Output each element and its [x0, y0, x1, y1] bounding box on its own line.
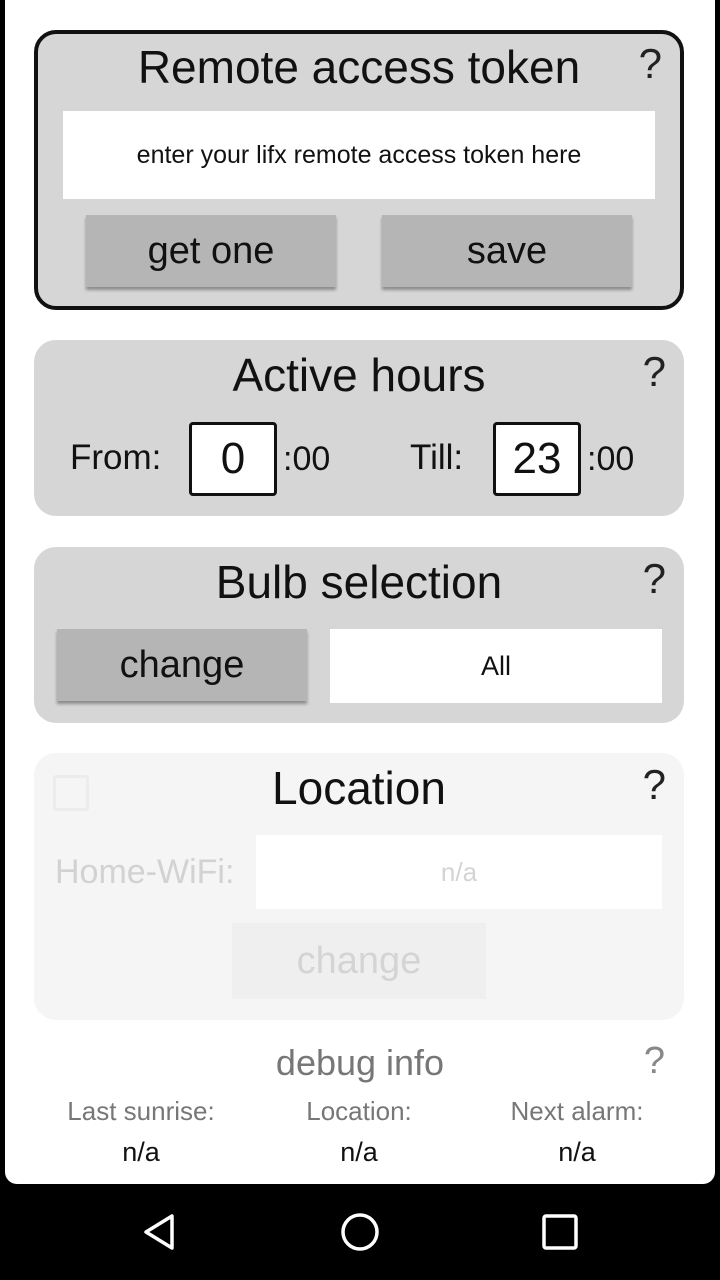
save-token-button[interactable]: save	[382, 215, 632, 287]
recents-icon	[542, 1214, 578, 1250]
get-token-button[interactable]: get one	[86, 215, 336, 287]
change-wifi-button[interactable]: change	[232, 923, 486, 999]
till-suffix: :00	[587, 440, 635, 478]
location-card-title: Location	[272, 762, 446, 814]
debug-last-sunrise-value: n/a	[122, 1137, 160, 1167]
till-hour-input[interactable]: 23	[493, 422, 581, 496]
token-input[interactable]: enter your lifx remote access token here	[63, 111, 655, 199]
debug-help-button[interactable]: ?	[644, 1040, 665, 1083]
token-card-title: Remote access token	[137, 41, 581, 93]
location-help-button[interactable]: ?	[643, 761, 666, 809]
location-card: Location ? Home-WiFi: n/a change	[34, 753, 684, 1020]
debug-last-sunrise-label: Last sunrise:	[67, 1096, 215, 1126]
from-suffix: :00	[283, 440, 331, 478]
debug-location-value: n/a	[340, 1137, 378, 1167]
recents-button[interactable]	[500, 1184, 620, 1280]
hours-card-title: Active hours	[232, 349, 486, 401]
change-bulbs-button[interactable]: change	[57, 629, 307, 701]
from-label: From:	[70, 438, 162, 477]
debug-next-alarm-value: n/a	[558, 1137, 596, 1167]
bulb-selection-value: All	[330, 629, 662, 703]
hours-help-button[interactable]: ?	[643, 348, 666, 396]
navigation-bar	[0, 1184, 720, 1280]
home-button[interactable]	[300, 1184, 420, 1280]
bulbs-help-button[interactable]: ?	[643, 555, 666, 603]
till-label: Till:	[410, 438, 464, 477]
app-screen: Remote access token ? enter your lifx re…	[5, 0, 715, 1184]
home-icon	[341, 1213, 379, 1251]
hours-card: Active hours ? From: 0 :00 Till: 23 :00	[34, 340, 684, 516]
bulbs-card-title: Bulb selection	[215, 556, 503, 608]
home-wifi-label: Home-WiFi:	[55, 853, 235, 891]
debug-next-alarm-label: Next alarm:	[510, 1096, 644, 1126]
debug-next-alarm: Next alarm: n/a	[467, 1096, 687, 1168]
bulbs-card: Bulb selection ? change All	[34, 547, 684, 723]
debug-location-label: Location:	[306, 1096, 412, 1126]
token-help-button[interactable]: ?	[639, 40, 662, 88]
debug-info-title: debug info	[275, 1042, 445, 1083]
home-wifi-value: n/a	[256, 835, 662, 909]
debug-location: Location: n/a	[249, 1096, 469, 1168]
debug-last-sunrise: Last sunrise: n/a	[31, 1096, 251, 1168]
back-button[interactable]	[100, 1184, 220, 1280]
token-card: Remote access token ? enter your lifx re…	[34, 30, 684, 310]
back-icon	[144, 1214, 174, 1250]
from-hour-input[interactable]: 0	[189, 422, 277, 496]
